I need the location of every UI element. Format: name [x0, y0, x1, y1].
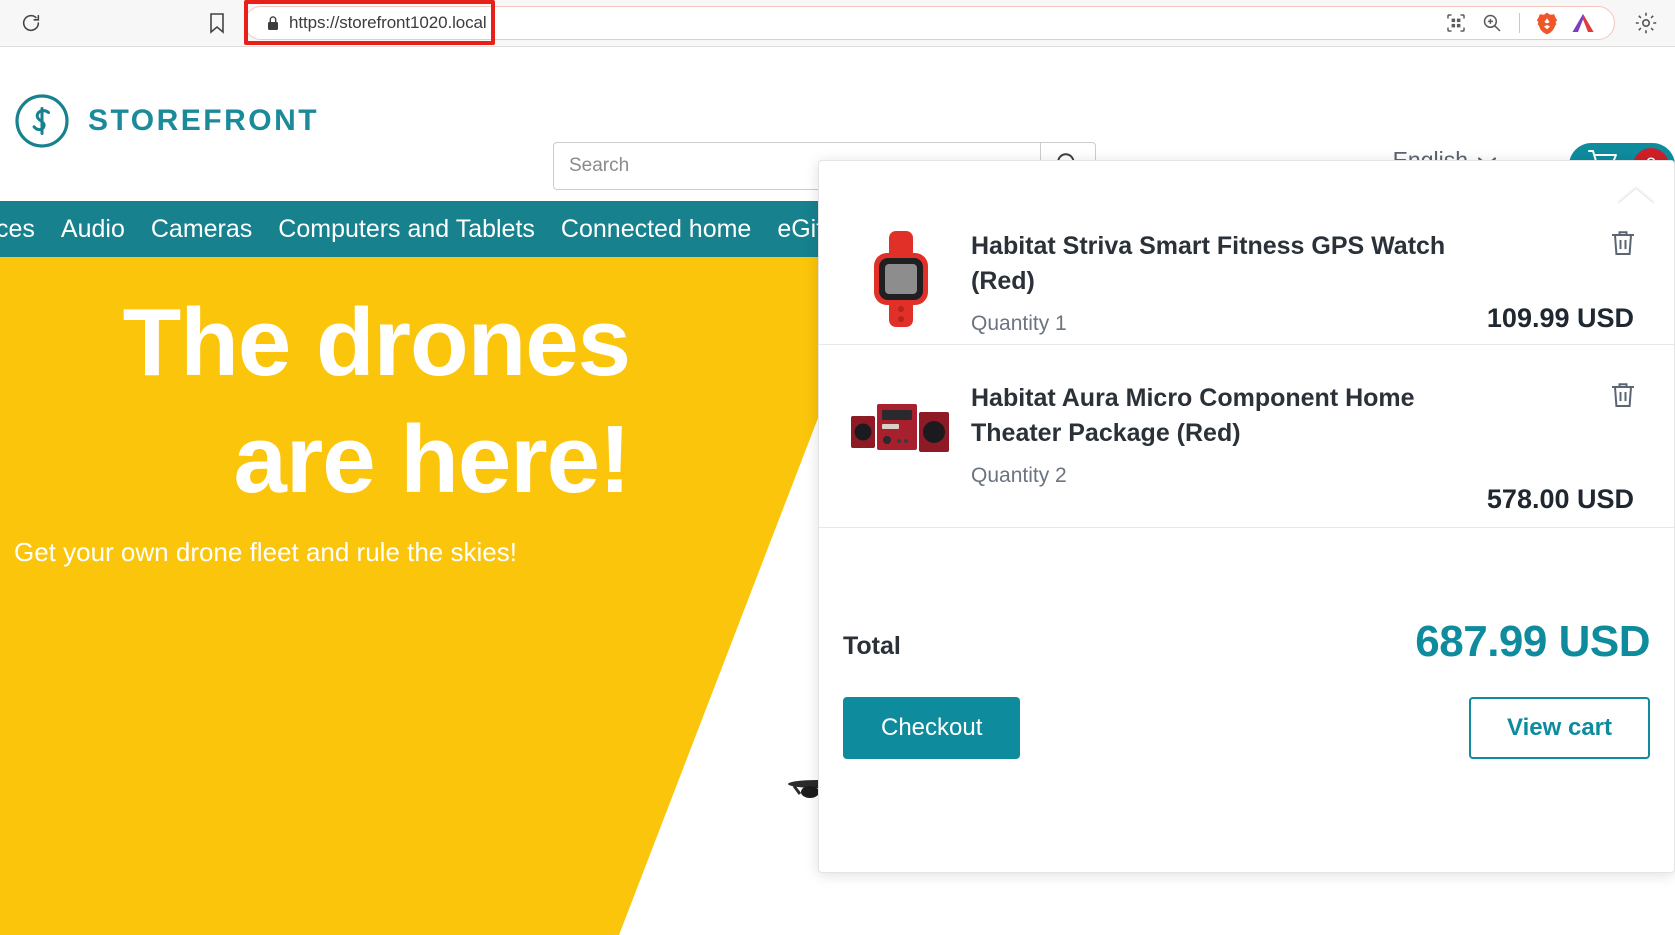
page-root: https://storefront1020.local [0, 0, 1675, 935]
cart-total-row: Total 687.99 USD [819, 527, 1674, 667]
trash-icon [1610, 244, 1636, 261]
remove-item-button[interactable] [1610, 229, 1636, 262]
hero-title: The drones are here! [0, 284, 660, 518]
brand-logo-link[interactable]: STOREFRONT [14, 93, 319, 149]
product-thumbnail-home-theater [849, 379, 953, 483]
cart-item-title[interactable]: Habitat Aura Micro Component Home Theate… [971, 381, 1471, 450]
cart-item-row: Habitat Aura Micro Component Home Theate… [819, 344, 1674, 527]
product-thumbnail-watch [849, 227, 953, 331]
lock-icon [267, 15, 279, 31]
total-label: Total [843, 632, 901, 667]
remove-item-button[interactable] [1610, 381, 1636, 414]
url-text: https://storefront1020.local [289, 13, 487, 33]
brand-name: STOREFRONT [88, 104, 319, 138]
cart-item-info: Habitat Aura Micro Component Home Theate… [971, 375, 1634, 488]
cart-item-title[interactable]: Habitat Striva Smart Fitness GPS Watch (… [971, 229, 1471, 298]
omnibox-actions [1439, 7, 1614, 39]
gear-icon[interactable] [1629, 6, 1663, 40]
qr-code-icon[interactable] [1439, 7, 1473, 39]
category-nav-list: ces Audio Cameras Computers and Tablets … [0, 217, 952, 242]
nav-item-connected-home[interactable]: Connected home [561, 217, 751, 242]
hero-subtitle: Get your own drone fleet and rule the sk… [14, 537, 517, 568]
nav-item-computers-and-tablets[interactable]: Computers and Tablets [278, 217, 535, 242]
checkout-button[interactable]: Checkout [843, 697, 1020, 759]
cart-actions: Checkout View cart [819, 667, 1674, 759]
brave-lion-icon[interactable] [1530, 7, 1564, 39]
browser-toolbar: https://storefront1020.local [0, 0, 1675, 47]
nav-item-audio[interactable]: Audio [61, 217, 125, 242]
reload-icon[interactable] [14, 6, 48, 40]
cart-item-row: Habitat Striva Smart Fitness GPS Watch (… [819, 161, 1674, 344]
toolbar-divider [1519, 13, 1520, 33]
bookmark-icon[interactable] [200, 6, 234, 40]
zoom-in-icon[interactable] [1475, 7, 1509, 39]
total-value: 687.99 USD [1415, 617, 1650, 667]
nav-item-cameras[interactable]: Cameras [151, 217, 252, 242]
nav-item-appliances[interactable]: ces [0, 217, 35, 242]
omnibox-wrapper: https://storefront1020.local [244, 6, 1615, 40]
storefront-s-logo-icon [14, 93, 70, 149]
address-bar[interactable]: https://storefront1020.local [244, 6, 1615, 40]
bat-triangle-icon[interactable] [1566, 7, 1600, 39]
cart-item-price: 109.99 USD [1487, 303, 1634, 334]
cart-dropdown-panel: Habitat Striva Smart Fitness GPS Watch (… [818, 160, 1675, 873]
cart-item-price: 578.00 USD [1487, 484, 1634, 515]
trash-icon [1610, 396, 1636, 413]
view-cart-button[interactable]: View cart [1469, 697, 1650, 759]
cart-dropdown-caret [1617, 189, 1655, 205]
